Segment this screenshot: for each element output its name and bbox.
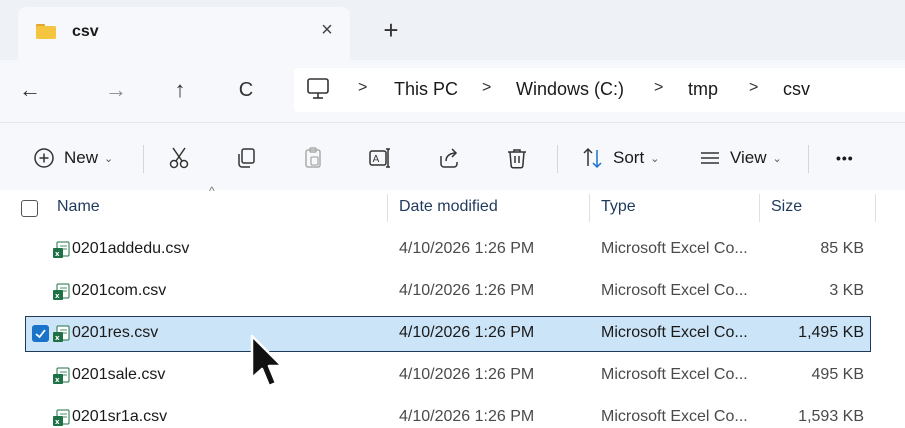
new-button[interactable]: New ⌄: [32, 143, 113, 173]
refresh-icon[interactable]: C: [226, 72, 266, 108]
file-type: Microsoft Excel Co...: [601, 240, 748, 257]
breadcrumb-separator: >: [358, 79, 368, 96]
back-icon[interactable]: ←: [10, 72, 50, 108]
rename-button[interactable]: A: [368, 143, 392, 173]
svg-text:x: x: [55, 250, 60, 258]
file-date-modified: 4/10/2026 1:26 PM: [399, 324, 535, 341]
svg-text:x: x: [55, 418, 60, 426]
excel-csv-icon: x: [53, 283, 70, 300]
breadcrumb-windows-c[interactable]: Windows (C:): [516, 79, 624, 100]
tab-title: csv: [72, 23, 99, 40]
excel-csv-icon: x: [53, 367, 70, 384]
close-icon[interactable]: ×: [314, 17, 340, 43]
command-bar: New ⌄ A Sort ⌄ View ⌄ •••: [0, 122, 905, 190]
more-options-button[interactable]: •••: [836, 143, 854, 173]
chevron-down-icon: ⌄: [650, 152, 660, 165]
up-icon[interactable]: ↑: [160, 72, 200, 108]
chevron-down-icon: ⌄: [104, 152, 114, 165]
sort-ascending-icon: ^: [209, 184, 215, 198]
file-row[interactable]: x 0201addedu.csv 4/10/2026 1:26 PM Microsof…: [0, 232, 905, 268]
delete-icon: [508, 149, 526, 169]
view-label: View: [730, 148, 767, 167]
file-date-modified: 4/10/2026 1:26 PM: [399, 240, 535, 257]
column-divider[interactable]: [875, 194, 876, 222]
divider: [143, 145, 144, 173]
file-type: Microsoft Excel Co...: [601, 324, 748, 341]
plus-icon[interactable]: +: [378, 17, 404, 44]
file-size: 3 KB: [829, 282, 864, 299]
file-date-modified: 4/10/2026 1:26 PM: [399, 282, 535, 299]
address-bar[interactable]: > This PC > Windows (C:) > tmp > csv: [294, 68, 905, 112]
column-header-name[interactable]: Name: [57, 190, 100, 226]
tab-strip: csv × +: [0, 0, 905, 60]
tab-csv[interactable]: csv ×: [18, 7, 350, 60]
file-size: 85 KB: [820, 240, 864, 257]
excel-csv-icon: x: [53, 325, 70, 342]
file-name[interactable]: 0201sr1a.csv: [72, 408, 167, 426]
breadcrumb-separator: >: [482, 79, 492, 96]
column-header-size[interactable]: Size: [771, 190, 802, 226]
column-header-date[interactable]: Date modified: [399, 190, 498, 226]
file-row[interactable]: x 0201sale.csv 4/10/2026 1:26 PM Microsoft …: [0, 358, 905, 394]
copy-icon: [238, 148, 255, 168]
breadcrumb-csv[interactable]: csv: [783, 79, 810, 100]
column-divider[interactable]: [589, 194, 590, 222]
file-name[interactable]: 0201com.csv: [72, 282, 166, 300]
breadcrumb-separator: >: [749, 79, 759, 96]
file-type: Microsoft Excel Co...: [601, 282, 748, 299]
folder-icon: [36, 24, 56, 39]
forward-icon[interactable]: →: [96, 72, 136, 108]
rename-icon: A: [369, 148, 390, 168]
new-label: New: [64, 148, 99, 167]
file-name[interactable]: 0201addedu.csv: [72, 240, 189, 258]
copy-button[interactable]: [234, 143, 258, 173]
view-icon: [701, 152, 719, 164]
file-row[interactable]: x 0201com.csv 4/10/2026 1:26 PM Microsoft E…: [0, 274, 905, 310]
file-row[interactable]: x 0201sr1a.csv 4/10/2026 1:26 PM Microsoft …: [0, 400, 905, 428]
paste-icon: [305, 147, 321, 168]
paste-button[interactable]: [301, 143, 325, 173]
sort-button[interactable]: Sort ⌄: [581, 143, 659, 173]
svg-text:x: x: [55, 376, 60, 384]
view-button[interactable]: View ⌄: [698, 143, 782, 173]
breadcrumb-separator: >: [654, 79, 664, 96]
delete-button[interactable]: [505, 143, 529, 173]
column-divider[interactable]: [387, 194, 388, 222]
svg-text:A: A: [373, 154, 380, 165]
chevron-down-icon: ⌄: [772, 152, 782, 165]
mouse-cursor-icon: [250, 334, 284, 388]
file-size: 1,593 KB: [798, 408, 864, 425]
divider: [557, 145, 558, 173]
plus-circle-icon: [34, 148, 54, 168]
file-type: Microsoft Excel Co...: [601, 408, 748, 425]
navigation-bar: ← → ↑ C > This PC > Windows (C:) > tmp >…: [0, 60, 905, 122]
sort-label: Sort: [613, 148, 645, 167]
file-name[interactable]: 0201res.csv: [72, 324, 158, 342]
divider: [808, 145, 809, 173]
select-all-checkbox[interactable]: [21, 200, 38, 217]
excel-csv-icon: x: [53, 241, 70, 258]
share-icon: [440, 148, 458, 168]
file-type: Microsoft Excel Co...: [601, 366, 748, 383]
file-date-modified: 4/10/2026 1:26 PM: [399, 366, 535, 383]
file-name[interactable]: 0201sale.csv: [72, 366, 165, 384]
file-date-modified: 4/10/2026 1:26 PM: [399, 408, 535, 425]
cut-icon: [169, 147, 189, 169]
breadcrumb-this-pc[interactable]: This PC: [394, 79, 458, 100]
svg-text:x: x: [55, 292, 60, 300]
file-size: 1,495 KB: [798, 324, 864, 341]
excel-csv-icon: x: [53, 409, 70, 426]
pc-icon: [307, 78, 329, 99]
svg-text:x: x: [55, 334, 60, 342]
column-header-type[interactable]: Type: [601, 190, 636, 226]
sort-icon: [583, 147, 602, 169]
checkbox-checked-icon[interactable]: [32, 325, 49, 342]
file-size: 495 KB: [811, 366, 864, 383]
column-header-row: ^ Name Date modified Type Size: [0, 184, 905, 226]
share-button[interactable]: [437, 143, 461, 173]
breadcrumb-tmp[interactable]: tmp: [688, 79, 718, 100]
cut-button[interactable]: [167, 143, 191, 173]
file-row[interactable]: x 0201res.csv 4/10/2026 1:26 PM Microsoft E…: [0, 316, 905, 352]
column-divider[interactable]: [759, 194, 760, 222]
